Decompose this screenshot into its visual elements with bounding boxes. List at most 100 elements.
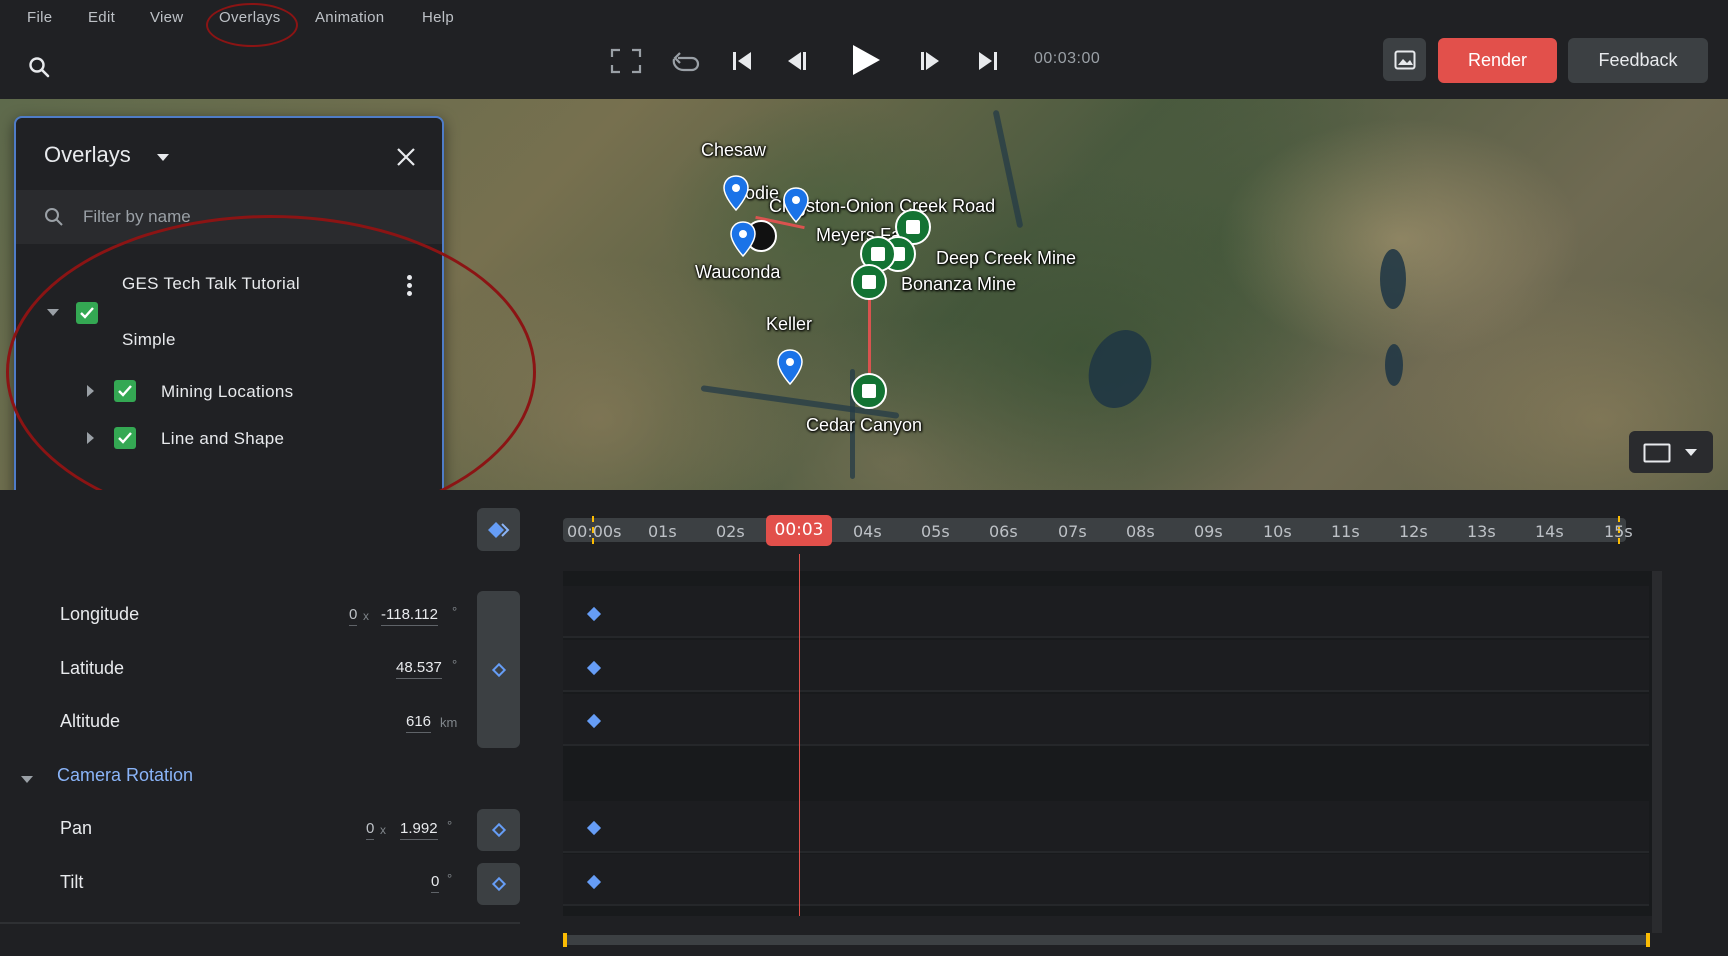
- longitude-zero-field[interactable]: 0: [349, 606, 358, 626]
- line-and-shape-checkbox[interactable]: [114, 427, 136, 449]
- map-label: Wauconda: [695, 262, 781, 282]
- aspect-ratio-button[interactable]: [1629, 431, 1713, 473]
- map-pin-icon[interactable]: [777, 349, 803, 385]
- altitude-field[interactable]: 616: [406, 713, 432, 733]
- chevron-down-icon: [1685, 449, 1697, 456]
- latitude-field[interactable]: 48.537: [396, 659, 442, 679]
- feedback-button[interactable]: Feedback: [1568, 38, 1708, 83]
- panel-title[interactable]: Overlays: [44, 142, 131, 168]
- filter-input[interactable]: Filter by name: [16, 190, 442, 244]
- filter-placeholder: Filter by name: [83, 207, 191, 226]
- camera-rotation-section[interactable]: Camera Rotation: [57, 765, 193, 786]
- top-bar: File Edit View Overlays Animation Help 0…: [0, 0, 1728, 99]
- project-name-line2[interactable]: Simple: [122, 330, 176, 350]
- collapse-toggle-icon[interactable]: [21, 776, 33, 783]
- chevron-down-icon[interactable]: [157, 154, 169, 161]
- map-label: Deep Creek Mine: [936, 248, 1077, 268]
- menu-file[interactable]: File: [27, 9, 52, 26]
- map-pin-icon[interactable]: [723, 175, 749, 211]
- multiplier-x: x: [363, 609, 369, 623]
- search-icon[interactable]: [27, 55, 51, 79]
- image-export-button[interactable]: [1383, 38, 1426, 81]
- altitude-unit: km: [440, 715, 458, 730]
- more-options-icon[interactable]: [407, 275, 413, 297]
- map-pin-icon[interactable]: [783, 187, 809, 223]
- tick-label: 11s: [1331, 522, 1360, 541]
- menu-animation[interactable]: Animation: [315, 9, 384, 26]
- altitude-label: Altitude: [60, 711, 121, 731]
- current-tick-label[interactable]: 00:03: [766, 515, 832, 546]
- divider: [0, 922, 520, 924]
- keyframe-outline-icon: [491, 822, 506, 838]
- map-label: Chesaw: [701, 140, 767, 160]
- play-icon[interactable]: [850, 43, 882, 77]
- mining-locations-checkbox[interactable]: [114, 380, 136, 402]
- track-row[interactable]: [563, 640, 1649, 692]
- pan-unit: °: [447, 818, 453, 833]
- tick-label: 00:00s: [567, 522, 622, 541]
- pan-zero-field[interactable]: 0: [366, 820, 375, 840]
- tick-label: 02s: [716, 522, 745, 541]
- step-back-icon[interactable]: [784, 50, 808, 72]
- render-button[interactable]: Render: [1438, 38, 1557, 83]
- track-row[interactable]: [563, 854, 1649, 906]
- loop-icon[interactable]: [668, 47, 700, 75]
- playhead[interactable]: [799, 554, 800, 916]
- map-label: Cedar Canyon: [806, 415, 923, 435]
- scroll-range-end[interactable]: [1646, 933, 1650, 947]
- longitude-field[interactable]: -118.112: [381, 606, 438, 626]
- vertical-scrollbar[interactable]: [1652, 571, 1662, 933]
- lake: [1385, 344, 1403, 386]
- mine-marker-icon[interactable]: [851, 264, 887, 300]
- expand-toggle-icon[interactable]: [87, 385, 94, 397]
- map-label: Bonanza Mine: [901, 274, 1017, 294]
- latitude-label: Latitude: [60, 658, 125, 678]
- annotation-circle-menu: [206, 3, 298, 47]
- tilt-label: Tilt: [60, 872, 84, 892]
- overlay-item-mining-locations[interactable]: Mining Locations: [161, 382, 293, 402]
- overlays-panel: Overlays Filter by name GES Tech Talk Tu…: [14, 116, 444, 543]
- tick-label: 05s: [921, 522, 950, 541]
- keyframe-outline-icon: [491, 876, 506, 892]
- lake: [1078, 321, 1162, 417]
- scroll-range-start[interactable]: [563, 933, 567, 947]
- skip-to-start-icon[interactable]: [731, 50, 753, 72]
- project-name[interactable]: GES Tech Talk Tutorial: [122, 274, 300, 294]
- tick-label: 13s: [1467, 522, 1496, 541]
- tick-label: 12s: [1399, 522, 1428, 541]
- keyframe-toggle-button[interactable]: [477, 508, 520, 551]
- project-checkbox[interactable]: [76, 302, 98, 324]
- multiplier-x: x: [380, 823, 386, 837]
- position-keyframe-button[interactable]: [477, 591, 520, 748]
- overlay-item-line-and-shape[interactable]: Line and Shape: [161, 429, 284, 449]
- track-row[interactable]: [563, 694, 1649, 746]
- horizontal-scrollbar[interactable]: [563, 935, 1649, 945]
- tilt-unit: °: [447, 871, 453, 886]
- image-icon: [1394, 50, 1415, 69]
- checkmark-icon: [118, 385, 132, 397]
- tilt-field[interactable]: 0: [431, 873, 440, 893]
- longitude-unit: °: [452, 604, 458, 619]
- tilt-keyframe-button[interactable]: [477, 863, 520, 905]
- pan-field[interactable]: 1.992: [400, 820, 438, 840]
- current-time: 00:03:00: [1034, 50, 1101, 67]
- pan-keyframe-button[interactable]: [477, 809, 520, 851]
- map-label: Keller: [766, 314, 813, 334]
- expand-toggle-icon[interactable]: [87, 432, 94, 444]
- fullscreen-icon[interactable]: [610, 48, 642, 74]
- mine-marker-icon[interactable]: [851, 373, 887, 409]
- tick-label: 14s: [1535, 522, 1564, 541]
- lake: [1380, 249, 1406, 309]
- track-row[interactable]: [563, 801, 1649, 853]
- track-row[interactable]: [563, 586, 1649, 638]
- expand-toggle-icon[interactable]: [47, 309, 59, 316]
- menu-help[interactable]: Help: [422, 9, 454, 26]
- close-icon[interactable]: [394, 145, 418, 169]
- menu-edit[interactable]: Edit: [88, 9, 115, 26]
- skip-to-end-icon[interactable]: [977, 50, 999, 72]
- map-pin-icon[interactable]: [730, 221, 756, 257]
- tick-label: 01s: [648, 522, 677, 541]
- menu-view[interactable]: View: [150, 9, 183, 26]
- step-forward-icon[interactable]: [919, 50, 943, 72]
- tick-label: 09s: [1194, 522, 1223, 541]
